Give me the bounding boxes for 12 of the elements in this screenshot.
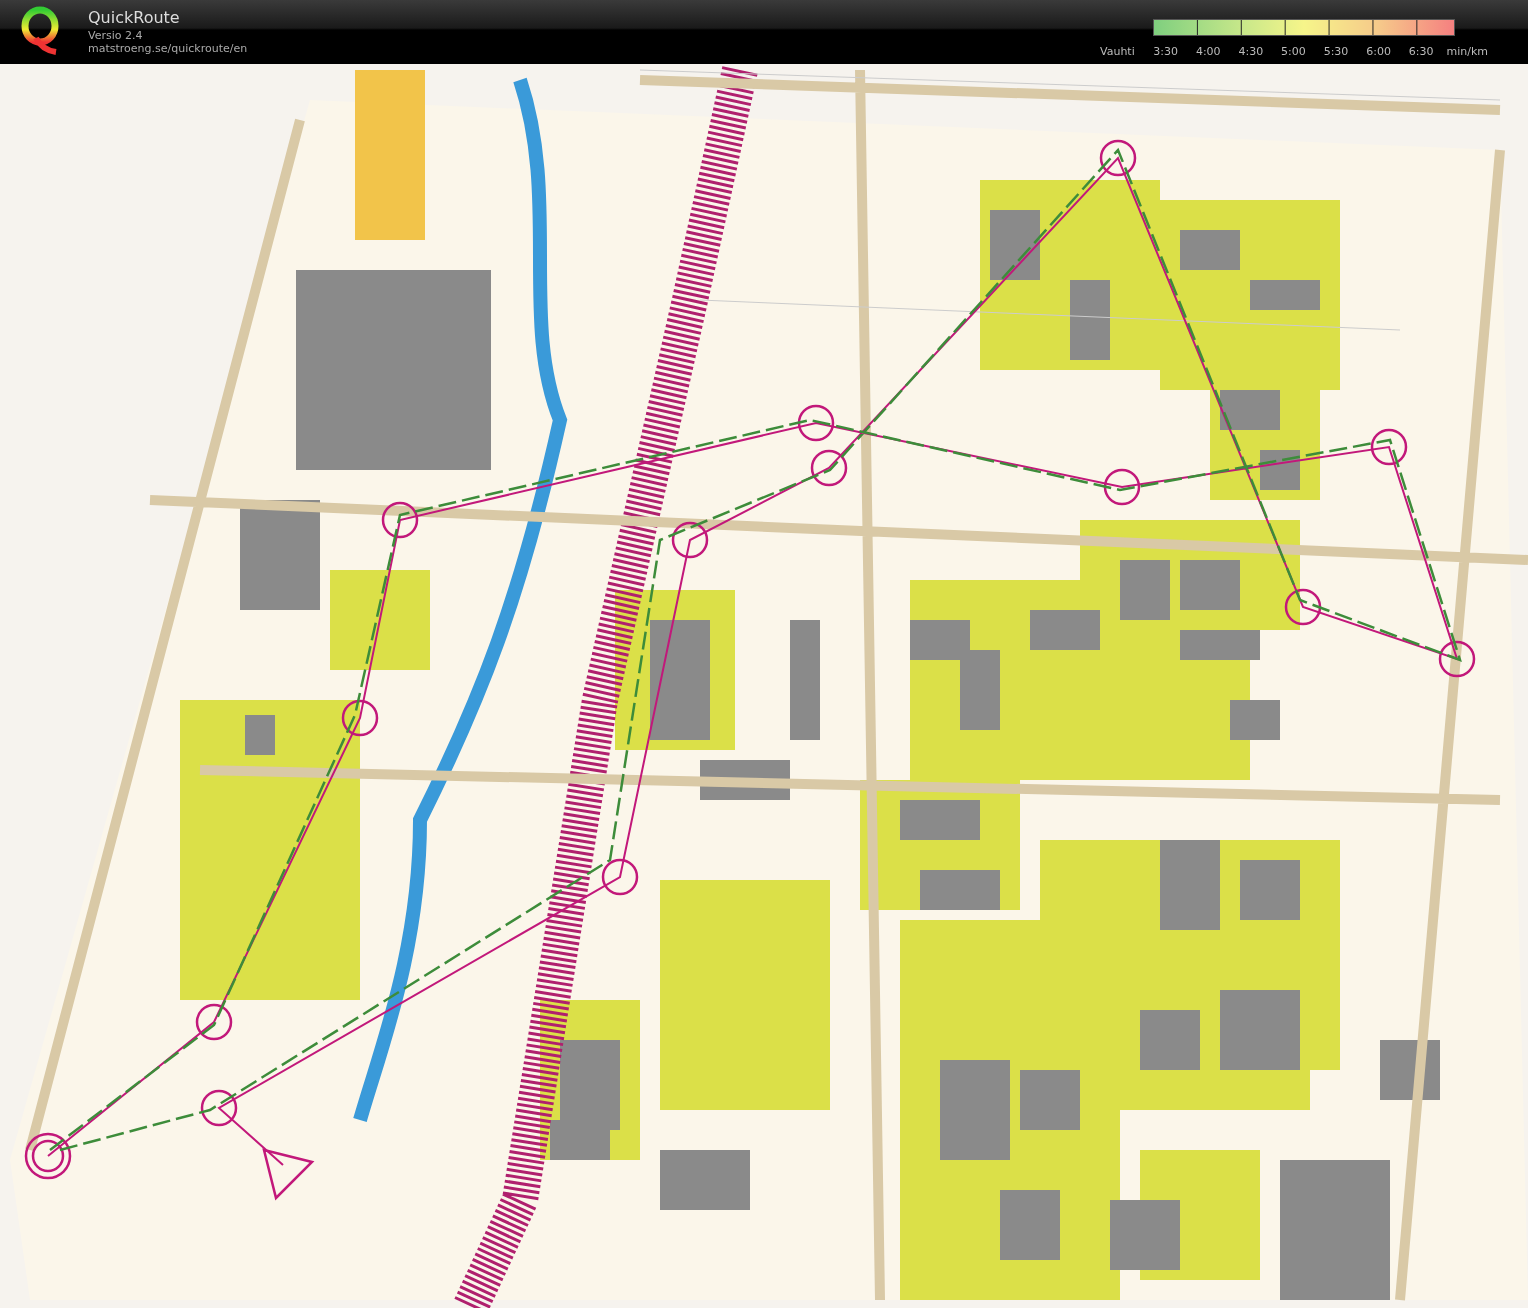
version-label: Versio 2.4 — [88, 29, 144, 42]
pace-tick-label: 6:30 — [1407, 45, 1435, 58]
pace-tick-label: 5:30 — [1322, 45, 1350, 58]
pace-tick-label: 4:30 — [1237, 45, 1265, 58]
pace-tick-label: 4:00 — [1194, 45, 1222, 58]
pace-tick-label: 5:00 — [1280, 45, 1307, 58]
pace-tick-label: 6:00 — [1365, 45, 1392, 58]
app-title: QuickRoute — [88, 7, 181, 29]
pace-tick-label: 3:30 — [1152, 45, 1180, 58]
pace-unit: min/km — [1446, 45, 1488, 58]
website-link[interactable]: matstroeng.se/quickroute/en — [88, 42, 248, 55]
pace-label: Vauhti — [1100, 45, 1136, 58]
